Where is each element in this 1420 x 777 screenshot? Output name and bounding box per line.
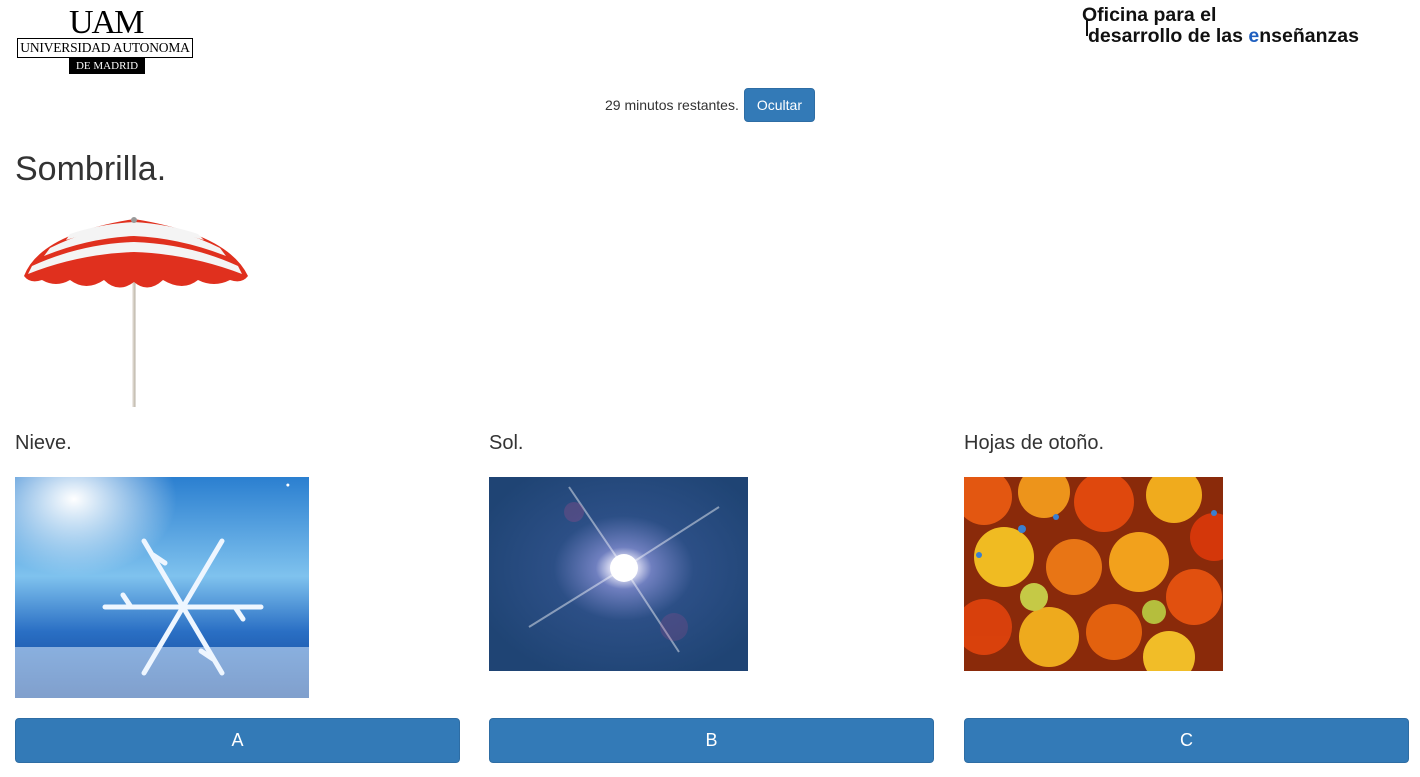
ode-logo-line2: desarrollo de las enseñanzas <box>1088 26 1359 46</box>
timer-bar: 29 minutos restantes. Ocultar <box>0 88 1420 122</box>
ode-logo-line2-prefix: desarrollo de las <box>1088 25 1249 47</box>
option-a-label: Nieve. <box>15 432 72 454</box>
answer-c-button[interactable]: C <box>964 718 1409 763</box>
question-title: Sombrilla. <box>15 150 167 188</box>
time-remaining-text: 29 minutos restantes. <box>605 97 739 113</box>
uam-logo-city: DE MADRID <box>69 58 145 74</box>
sun-image <box>489 477 748 671</box>
snowflake-image: ● <box>15 477 309 698</box>
answer-b-button[interactable]: B <box>489 718 934 763</box>
ode-logo-line2-suffix: nseñanzas <box>1259 25 1359 47</box>
uam-logo-mark: UAM <box>69 4 144 41</box>
uam-logo-name: UNIVERSIDAD AUTONOMA <box>17 38 193 58</box>
timer-group: 29 minutos restantes. Ocultar <box>605 88 815 122</box>
autumn-leaves-image <box>964 477 1223 671</box>
hide-timer-button[interactable]: Ocultar <box>743 88 815 122</box>
beach-umbrella-image <box>24 217 248 407</box>
option-b-label: Sol. <box>489 432 524 454</box>
ode-logo-accent: e <box>1248 25 1260 47</box>
answer-a-button[interactable]: A <box>15 718 460 763</box>
ode-logo-line1: Oficina para el <box>1082 4 1217 26</box>
option-b: Sol. B <box>489 430 934 763</box>
svg-text:●: ● <box>286 482 290 489</box>
page: UAM UNIVERSIDAD AUTONOMA DE MADRID Ofici… <box>0 0 1420 777</box>
uam-logo: UAM UNIVERSIDAD AUTONOMA DE MADRID <box>17 6 197 76</box>
option-c: Hojas de otoño. C <box>964 430 1409 763</box>
ode-logo: Oficina para el desarrollo de las enseña… <box>1080 4 1410 48</box>
option-c-label: Hojas de otoño. <box>964 432 1105 454</box>
option-a: Nieve. ● A <box>15 430 460 763</box>
